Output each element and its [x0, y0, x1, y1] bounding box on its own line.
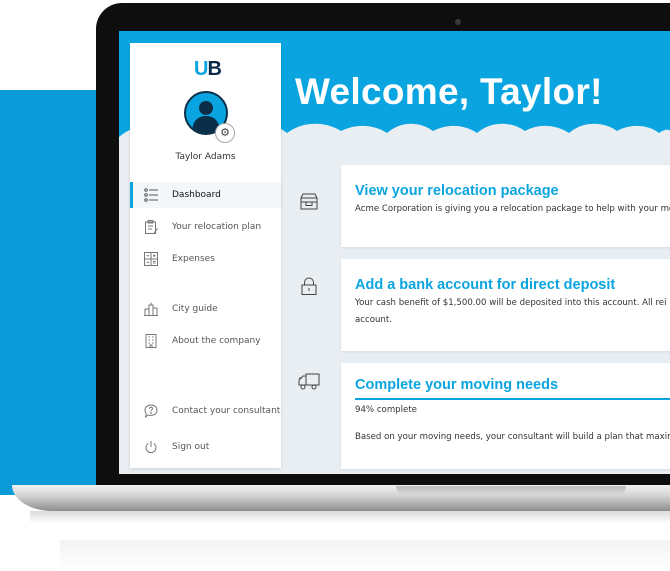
page-title: Welcome, Taylor!: [295, 71, 603, 112]
moving-truck-icon: [298, 373, 320, 390]
bank-account-card[interactable]: Add a bank account for direct deposit Yo…: [341, 259, 670, 351]
sidebar: UB ⚙ Taylor Adams Dashboard Your relocat…: [130, 43, 281, 468]
power-icon: [145, 441, 157, 454]
card-title[interactable]: Complete your moving needs: [355, 377, 558, 393]
moving-needs-card[interactable]: Complete your moving needs 94% complete …: [341, 363, 670, 469]
progress-text: 94% complete: [355, 405, 417, 415]
laptop-shadow: [30, 511, 670, 523]
progress-bar: [355, 398, 670, 400]
sidebar-item-about-company[interactable]: About the company: [130, 328, 281, 354]
relocation-package-card[interactable]: View your relocation package Acme Corpor…: [341, 165, 670, 247]
sidebar-item-label: Sign out: [172, 442, 210, 452]
sidebar-item-label: Your relocation plan: [172, 222, 262, 232]
card-description: Your cash benefit of $1,500.00 will be d…: [355, 298, 667, 308]
sidebar-item-expenses[interactable]: Expenses: [130, 246, 281, 272]
app-logo[interactable]: UB: [194, 58, 222, 81]
card-title[interactable]: View your relocation package: [355, 183, 559, 199]
laptop-reflection: [60, 540, 670, 571]
webcam: [455, 19, 461, 25]
user-name: Taylor Adams: [175, 152, 236, 162]
sidebar-item-city-guide[interactable]: City guide: [130, 296, 281, 322]
expenses-grid-icon: [144, 252, 158, 266]
card-description: Based on your moving needs, your consult…: [355, 432, 670, 442]
laptop-hinge-notch: [396, 486, 626, 495]
dashboard-list-icon: [144, 188, 158, 202]
office-building-icon: [145, 334, 157, 348]
lock-icon: [301, 277, 317, 295]
city-buildings-icon: [144, 302, 158, 316]
sidebar-item-label: About the company: [172, 336, 261, 346]
chat-question-icon: [144, 404, 158, 418]
sign-out-button[interactable]: Sign out: [130, 434, 281, 460]
sidebar-item-contact-consultant[interactable]: Contact your consultant: [130, 398, 281, 424]
sidebar-item-label: Expenses: [172, 254, 215, 264]
settings-gear-icon[interactable]: ⚙: [215, 123, 235, 143]
card-description-continued: account.: [355, 315, 392, 325]
package-box-icon: [300, 193, 318, 210]
sidebar-item-label: Dashboard: [172, 190, 221, 200]
card-description: Acme Corporation is giving you a relocat…: [355, 204, 670, 214]
clipboard-icon: [145, 220, 158, 234]
sidebar-item-label: City guide: [172, 304, 218, 314]
sidebar-item-relocation-plan[interactable]: Your relocation plan: [130, 214, 281, 240]
card-title[interactable]: Add a bank account for direct deposit: [355, 277, 615, 293]
sidebar-item-label: Contact your consultant: [172, 406, 281, 416]
sidebar-item-dashboard[interactable]: Dashboard: [130, 182, 281, 208]
app-screen: Welcome, Taylor! UB ⚙ Taylor Adams Dashb…: [119, 31, 670, 474]
